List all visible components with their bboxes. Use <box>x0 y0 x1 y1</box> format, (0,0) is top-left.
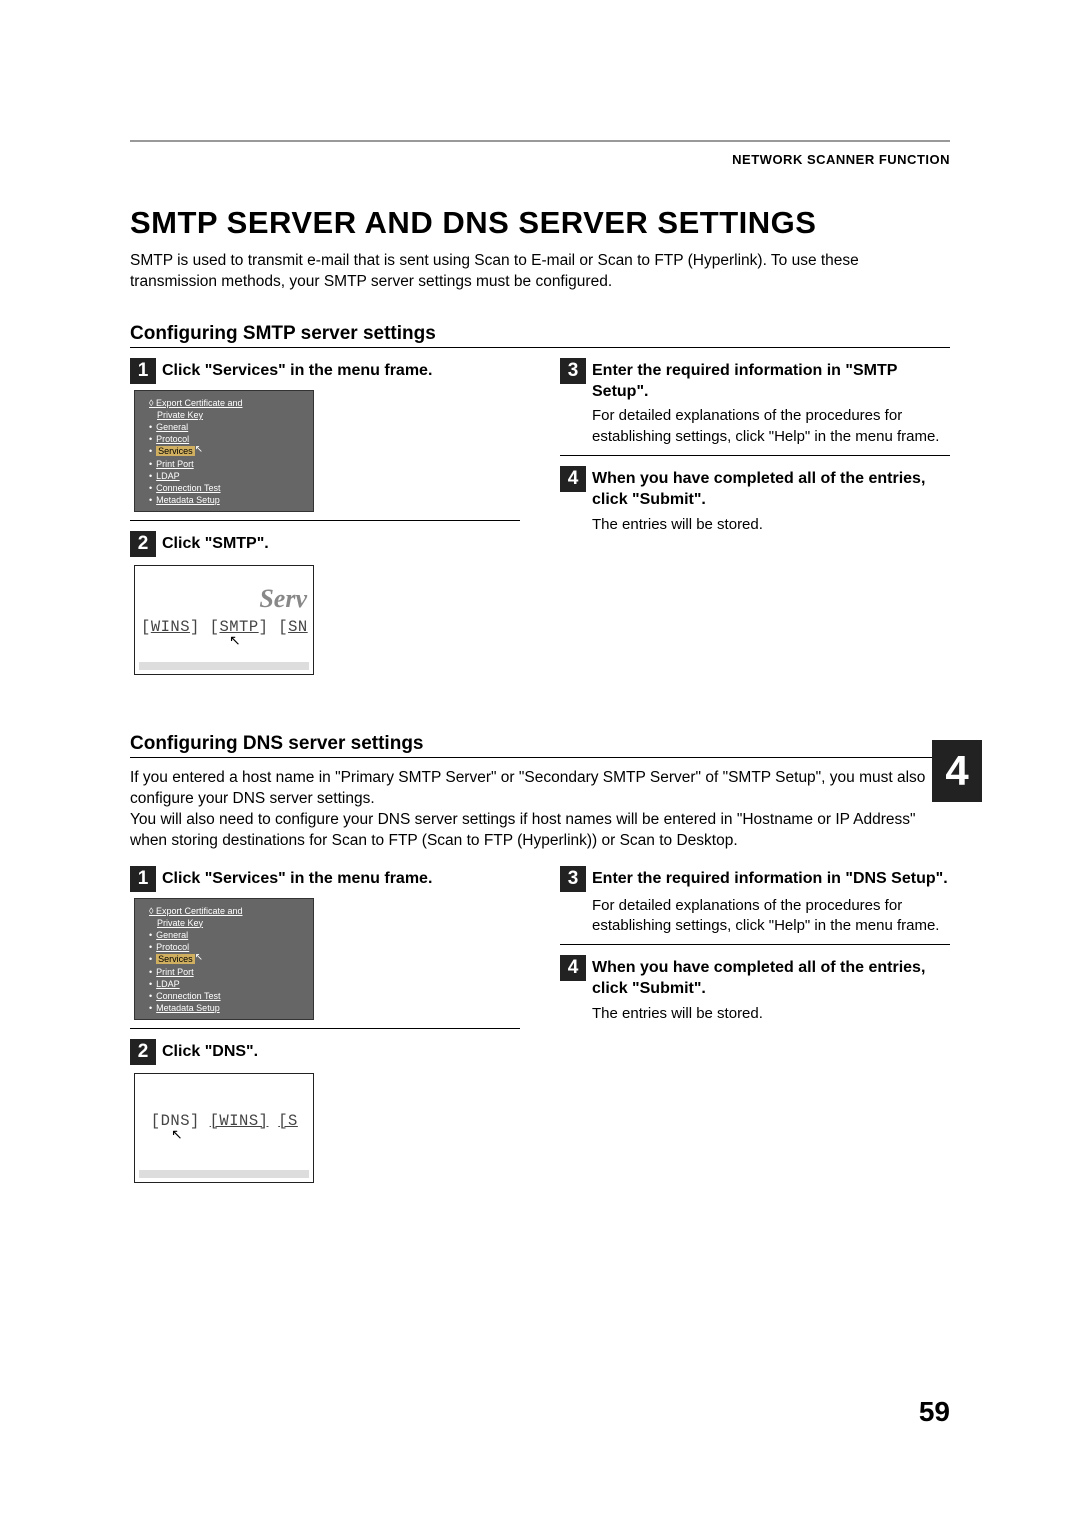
step-row: 1 Click "Services" in the menu frame. <box>130 358 520 384</box>
document-page: NETWORK SCANNER FUNCTION SMTP SERVER AND… <box>0 0 1080 1528</box>
dns-intro: If you entered a host name in "Primary S… <box>130 768 950 852</box>
menu-item: LDAP <box>135 978 313 990</box>
dns-step-2: 2 Click "DNS". [DNS] [WINS] [S ↖ <box>130 1039 520 1183</box>
step-row: 3 Enter the required information in "SMT… <box>560 358 950 403</box>
step-title: When you have completed all of the entri… <box>592 955 950 1000</box>
menu-item: Private Key <box>135 917 313 929</box>
step-title: Enter the required information in "DNS S… <box>592 866 948 890</box>
smtp-heading: Configuring SMTP server settings <box>130 323 950 345</box>
services-title: Serv <box>141 584 313 614</box>
menu-item: Print Port <box>135 458 313 470</box>
step-title: Click "Services" in the menu frame. <box>162 866 432 890</box>
step-number: 4 <box>560 466 586 492</box>
menu-item-services: Services↖ <box>135 445 313 458</box>
step-number: 2 <box>130 531 156 557</box>
step-divider <box>560 944 950 945</box>
step-number: 4 <box>560 955 586 981</box>
step-number: 3 <box>560 358 586 384</box>
menu-item: Metadata Setup <box>135 1002 313 1014</box>
step-title: When you have completed all of the entri… <box>592 466 950 511</box>
page-title: SMTP SERVER AND DNS SERVER SETTINGS <box>130 205 950 241</box>
header-rule <box>130 140 950 142</box>
step-row: 1 Click "Services" in the menu frame. <box>130 866 520 892</box>
dns-heading: Configuring DNS server settings <box>130 733 950 755</box>
menu-screenshot: ◊ Export Certificate and Private Key Gen… <box>134 390 314 512</box>
menu-item: Metadata Setup <box>135 494 313 506</box>
chapter-tab: 4 <box>932 740 982 802</box>
menu-item: General <box>135 421 313 433</box>
smtp-right-col: 3 Enter the required information in "SMT… <box>560 358 950 683</box>
step-divider <box>130 1028 520 1029</box>
step-row: 3 Enter the required information in "DNS… <box>560 866 950 892</box>
smtp-step-2: 2 Click "SMTP". Serv [WINS] [SMTP] [SN ↖ <box>130 531 520 675</box>
dns-step-4: 4 When you have completed all of the ent… <box>560 955 950 1024</box>
step-row: 4 When you have completed all of the ent… <box>560 466 950 511</box>
services-screenshot: [DNS] [WINS] [S ↖ <box>134 1073 314 1183</box>
intro-text: SMTP is used to transmit e-mail that is … <box>130 251 950 293</box>
dns-left-col: 1 Click "Services" in the menu frame. ◊ … <box>130 866 520 1191</box>
step-number: 3 <box>560 866 586 892</box>
menu-item: LDAP <box>135 470 313 482</box>
cursor-row: ↖ <box>141 636 313 654</box>
step-body: The entries will be stored. <box>592 1004 950 1024</box>
step-body: The entries will be stored. <box>592 515 950 535</box>
step-number: 2 <box>130 1039 156 1065</box>
menu-item-highlighted: Services <box>156 446 195 456</box>
bottom-bar <box>139 662 309 670</box>
step-title: Click "DNS". <box>162 1039 258 1063</box>
step-body: For detailed explanations of the procedu… <box>592 406 950 447</box>
menu-item: Connection Test <box>135 990 313 1002</box>
smtp-step-3: 3 Enter the required information in "SMT… <box>560 358 950 447</box>
menu-item: Protocol <box>135 941 313 953</box>
step-row: 4 When you have completed all of the ent… <box>560 955 950 1000</box>
cursor-icon: ↖ <box>229 632 241 648</box>
smtp-step-1: 1 Click "Services" in the menu frame. ◊ … <box>130 358 520 512</box>
dns-step-1: 1 Click "Services" in the menu frame. ◊ … <box>130 866 520 1020</box>
services-links: [WINS] [SMTP] [SN <box>141 618 313 636</box>
menu-item-label: Export Certificate and <box>156 906 243 916</box>
step-title: Click "Services" in the menu frame. <box>162 358 432 382</box>
menu-item: Connection Test <box>135 482 313 494</box>
menu-item-services: Services↖ <box>135 953 313 966</box>
dns-right-col: 3 Enter the required information in "DNS… <box>560 866 950 1191</box>
smtp-left-col: 1 Click "Services" in the menu frame. ◊ … <box>130 358 520 683</box>
step-divider <box>130 520 520 521</box>
heading-rule <box>130 757 950 758</box>
step-row: 2 Click "DNS". <box>130 1039 520 1065</box>
menu-item: General <box>135 929 313 941</box>
smtp-columns: 1 Click "Services" in the menu frame. ◊ … <box>130 358 950 683</box>
menu-item: Protocol <box>135 433 313 445</box>
menu-screenshot: ◊ Export Certificate and Private Key Gen… <box>134 898 314 1020</box>
step-title: Enter the required information in "SMTP … <box>592 358 950 403</box>
step-row: 2 Click "SMTP". <box>130 531 520 557</box>
step-body: For detailed explanations of the procedu… <box>592 896 950 937</box>
smtp-step-4: 4 When you have completed all of the ent… <box>560 466 950 535</box>
step-title: Click "SMTP". <box>162 531 269 555</box>
step-number: 1 <box>130 358 156 384</box>
menu-item: ◊ Export Certificate and <box>135 397 313 409</box>
cursor-row: ↖ <box>141 1130 313 1148</box>
menu-item: ◊ Export Certificate and <box>135 905 313 917</box>
section-header: NETWORK SCANNER FUNCTION <box>130 152 950 167</box>
cursor-icon: ↖ <box>171 1126 183 1142</box>
step-number: 1 <box>130 866 156 892</box>
menu-item: Private Key <box>135 409 313 421</box>
menu-item-highlighted: Services <box>156 954 195 964</box>
menu-item-label: Export Certificate and <box>156 398 243 408</box>
services-links: [DNS] [WINS] [S <box>141 1112 313 1130</box>
dns-columns: 1 Click "Services" in the menu frame. ◊ … <box>130 866 950 1191</box>
cursor-icon: ↖ <box>195 952 203 963</box>
bottom-bar <box>139 1170 309 1178</box>
menu-item: Print Port <box>135 966 313 978</box>
dns-step-3: 3 Enter the required information in "DNS… <box>560 866 950 937</box>
page-number: 59 <box>919 1396 950 1428</box>
services-screenshot: Serv [WINS] [SMTP] [SN ↖ <box>134 565 314 675</box>
cursor-icon: ↖ <box>195 444 203 455</box>
heading-rule <box>130 347 950 348</box>
step-divider <box>560 455 950 456</box>
